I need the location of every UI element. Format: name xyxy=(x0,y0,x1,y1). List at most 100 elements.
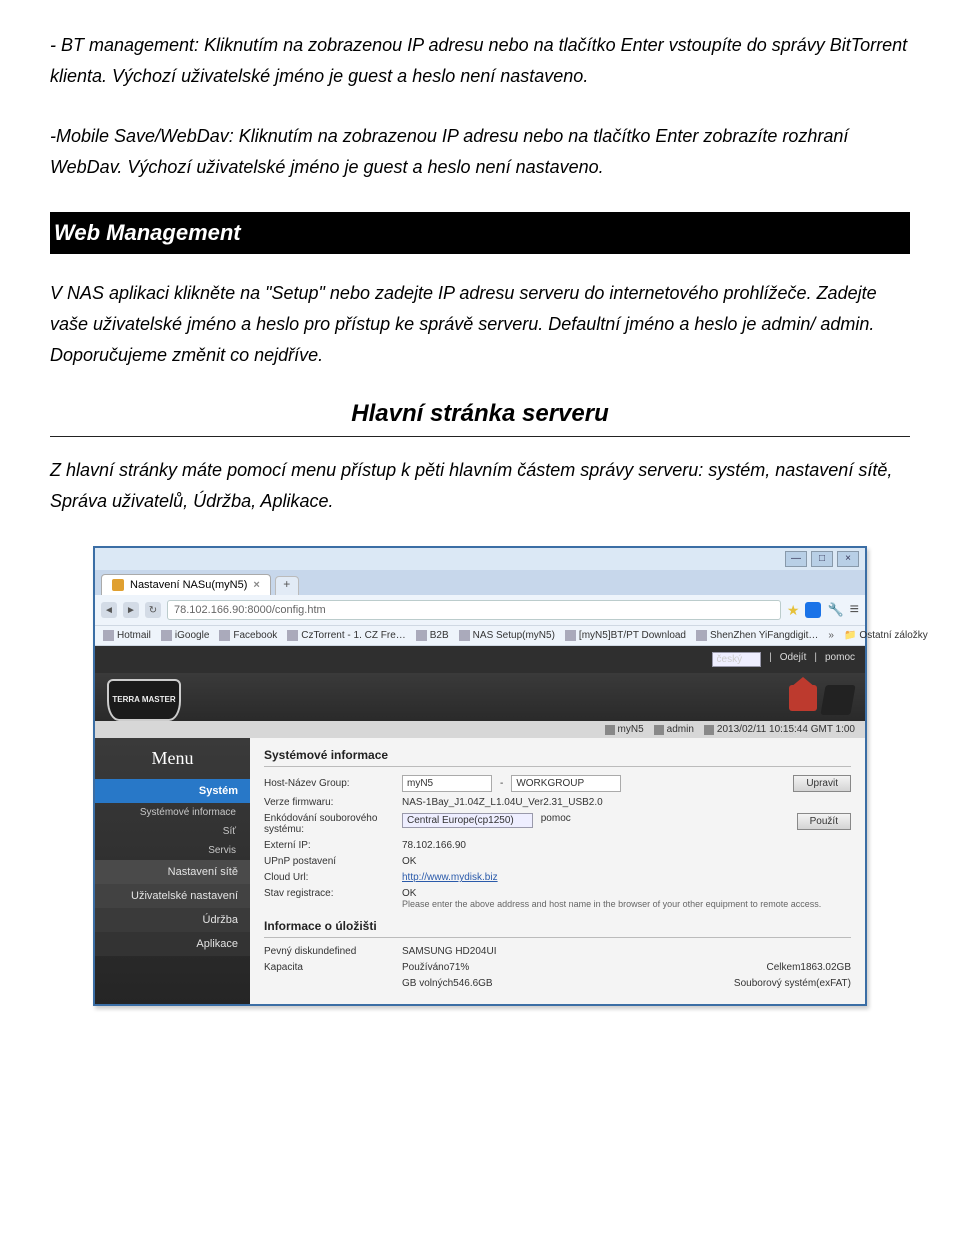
section-web-mgmt: Web Management xyxy=(50,212,910,254)
extension-icon[interactable] xyxy=(805,602,821,618)
logo-badge: TERRA MASTER xyxy=(107,679,181,721)
firmware-value: NAS-1Bay_J1.04Z_L1.04U_Ver2.31_USB2.0 xyxy=(402,797,851,808)
apply-button[interactable]: Použít xyxy=(797,813,851,830)
nas-admin-app: český | Odejít | pomoc TERRA MASTER myN5… xyxy=(95,646,865,1004)
reg-value-block: OK Please enter the above address and ho… xyxy=(402,888,851,909)
row-capacity-2: GB volných546.6GB Souborový systém(exFAT… xyxy=(264,978,851,989)
maximize-button[interactable]: □ xyxy=(811,551,833,567)
bookmark-item[interactable]: [myN5]BT/PT Download xyxy=(565,630,686,641)
help-link[interactable]: pomoc xyxy=(825,652,855,667)
sidebar-item-network[interactable]: Nastavení sítě xyxy=(95,860,250,884)
host-label: Host-Název Group: xyxy=(264,778,394,789)
bookmark-item[interactable]: Facebook xyxy=(219,630,277,641)
bookmark-favicon xyxy=(565,630,576,641)
row-disk: Pevný diskundefined SAMSUNG HD204UI xyxy=(264,946,851,957)
bookmark-favicon xyxy=(287,630,298,641)
para-setup: V NAS aplikaci klikněte na "Setup" nebo … xyxy=(50,278,910,370)
upnp-value: OK xyxy=(402,856,851,867)
topbar-divider: | xyxy=(814,652,817,667)
capacity-used: Používáno71% xyxy=(402,962,759,973)
status-bar: myN5 admin 2013/02/11 10:15:44 GMT 1:00 xyxy=(95,721,865,738)
capacity-fs: Souborový systém(exFAT) xyxy=(734,978,851,989)
minimize-button[interactable]: — xyxy=(785,551,807,567)
topbar-divider: | xyxy=(769,652,772,667)
row-capacity: Kapacita Používáno71% Celkem1863.02GB xyxy=(264,962,851,973)
workgroup-input[interactable]: WORKGROUP xyxy=(511,775,621,792)
monitor-icon xyxy=(605,725,615,735)
ip-value: 78.102.166.90 xyxy=(402,840,851,851)
ip-label: Externí IP: xyxy=(264,840,394,851)
bookmarks-bar: Hotmail iGoogle Facebook CzTorrent - 1. … xyxy=(95,626,865,646)
url-input[interactable]: 78.102.166.90:8000/config.htm xyxy=(167,600,781,620)
bookmark-item[interactable]: Hotmail xyxy=(103,630,151,641)
disk-value: SAMSUNG HD204UI xyxy=(402,946,851,957)
reg-value: OK xyxy=(402,888,851,899)
sidebar-title: Menu xyxy=(95,748,250,769)
bookmark-favicon xyxy=(459,630,470,641)
bookmark-star-icon[interactable]: ★ xyxy=(787,602,800,619)
reload-icon[interactable]: ↻ xyxy=(145,602,161,618)
edit-button[interactable]: Upravit xyxy=(793,775,851,792)
status-user: admin xyxy=(654,724,694,735)
encoding-label: Enkódování souborového systému: xyxy=(264,813,394,835)
row-firmware: Verze firmwaru: NAS-1Bay_J1.04Z_L1.04U_V… xyxy=(264,797,851,808)
cloud-url[interactable]: http://www.mydisk.biz xyxy=(402,872,851,883)
forward-icon[interactable]: ► xyxy=(123,602,139,618)
para-bt: - BT management: Kliknutím na zobrazenou… xyxy=(50,30,910,91)
firmware-label: Verze firmwaru: xyxy=(264,797,394,808)
reg-note: Please enter the above address and host … xyxy=(402,899,851,909)
cloud-label: Cloud Url: xyxy=(264,872,394,883)
disk-label: Pevný diskundefined xyxy=(264,946,394,957)
browser-menu-icon[interactable]: ≡ xyxy=(850,601,859,619)
divider xyxy=(50,436,910,437)
panel-title-storage: Informace o úložišti xyxy=(264,919,851,933)
other-bookmarks[interactable]: 📁Ostatní záložky xyxy=(844,630,928,641)
folder-icon: 📁 xyxy=(844,630,856,641)
sidebar-sub-service[interactable]: Servis xyxy=(95,841,250,860)
tab-active[interactable]: Nastavení NASu(myN5) × xyxy=(101,574,271,595)
sidebar-item-maintenance[interactable]: Údržba xyxy=(95,908,250,932)
upnp-label: UPnP postavení xyxy=(264,856,394,867)
bookmark-item[interactable]: iGoogle xyxy=(161,630,209,641)
sidebar-item-system[interactable]: Systém xyxy=(95,779,250,803)
browser-tabs: Nastavení NASu(myN5) × + xyxy=(95,570,865,595)
new-tab-button[interactable]: + xyxy=(275,576,299,595)
back-icon[interactable]: ◄ xyxy=(101,602,117,618)
sidebar-item-users[interactable]: Uživatelské nastavení xyxy=(95,884,250,908)
brand-logo: TERRA MASTER xyxy=(107,679,181,721)
panel-divider xyxy=(264,937,851,938)
logout-link[interactable]: Odejít xyxy=(780,652,807,667)
settings-wrench-icon[interactable]: 🔧 xyxy=(827,602,843,618)
encoding-help[interactable]: pomoc xyxy=(541,813,571,824)
sidebar-item-apps[interactable]: Aplikace xyxy=(95,932,250,956)
sidebar-sub-sysinfo[interactable]: Systémové informace xyxy=(95,803,250,822)
row-encoding: Enkódování souborového systému: Central … xyxy=(264,813,851,835)
bookmark-item[interactable]: NAS Setup(myN5) xyxy=(459,630,555,641)
window-controls: — □ × xyxy=(95,548,865,570)
close-button[interactable]: × xyxy=(837,551,859,567)
panel-title-sysinfo: Systémové informace xyxy=(264,748,851,762)
tab-favicon xyxy=(112,579,124,591)
tab-close-icon[interactable]: × xyxy=(253,579,259,591)
bookmark-favicon xyxy=(103,630,114,641)
row-upnp: UPnP postavení OK xyxy=(264,856,851,867)
capacity-label: Kapacita xyxy=(264,962,394,973)
language-select[interactable]: český xyxy=(712,652,762,667)
disk-icon[interactable] xyxy=(820,685,855,715)
home-icon[interactable] xyxy=(789,685,817,711)
bookmark-item[interactable]: CzTorrent - 1. CZ Fre… xyxy=(287,630,405,641)
capacity-total: Celkem1863.02GB xyxy=(767,962,852,973)
para-mainpage: Z hlavní stránky máte pomocí menu přístu… xyxy=(50,455,910,516)
bookmark-item[interactable]: B2B xyxy=(416,630,449,641)
encoding-select[interactable]: Central Europe(cp1250) xyxy=(402,813,533,828)
bookmark-favicon xyxy=(416,630,427,641)
sidebar-sub-network[interactable]: Síť xyxy=(95,822,250,841)
subtitle-mainpage: Hlavní stránka serveru xyxy=(50,400,910,428)
capacity-free: GB volných546.6GB xyxy=(402,978,726,989)
bookmarks-more-icon[interactable]: » xyxy=(828,630,834,641)
clock-icon xyxy=(704,725,714,735)
bookmark-item[interactable]: ShenZhen YiFangdigit… xyxy=(696,630,818,641)
host-input[interactable]: myN5 xyxy=(402,775,492,792)
host-separator: - xyxy=(500,778,503,789)
bookmark-favicon xyxy=(219,630,230,641)
